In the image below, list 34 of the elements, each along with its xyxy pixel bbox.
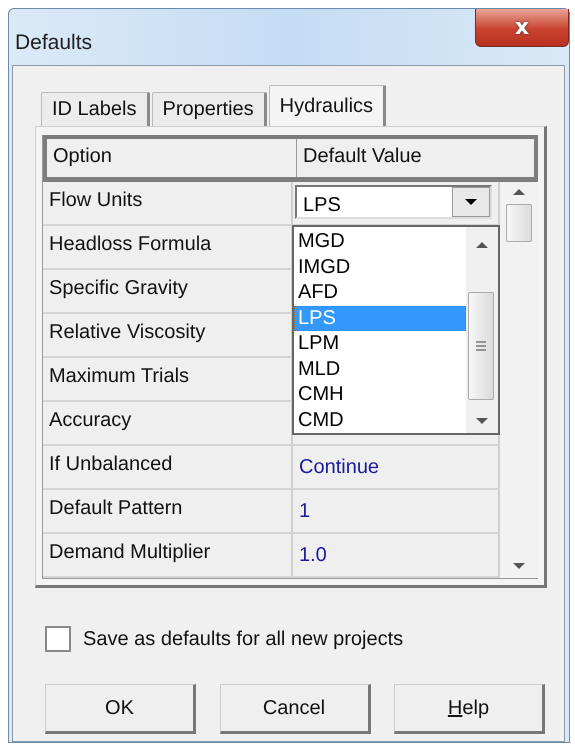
tab[interactable]: ID Labels	[41, 92, 150, 126]
dialog-button[interactable]: OK	[45, 684, 196, 734]
scroll-down-icon[interactable]	[512, 562, 526, 570]
option-cell: Default Pattern	[43, 490, 293, 532]
tab[interactable]: Properties	[152, 92, 267, 126]
list-item[interactable]: MGD	[294, 229, 466, 254]
window-title: Defaults	[15, 31, 92, 55]
column-header: Default Value	[302, 144, 423, 169]
list-item[interactable]: IMGD	[294, 254, 466, 280]
dropdown-button[interactable]	[452, 187, 490, 217]
list-item[interactable]: CMH	[294, 382, 466, 408]
option-cell: Flow Units	[43, 182, 293, 224]
dialog-button[interactable]: Help	[394, 684, 545, 734]
checkbox[interactable]	[45, 626, 71, 652]
dialog-button[interactable]: Cancel	[220, 684, 370, 734]
list-item[interactable]: LPM	[294, 331, 466, 356]
list-scrollbar[interactable]	[466, 227, 498, 433]
scroll-down-icon[interactable]	[475, 417, 489, 425]
list-item[interactable]: MLD	[294, 356, 466, 382]
list-item[interactable]: CMD	[294, 408, 466, 433]
scroll-thumb[interactable]	[468, 292, 494, 400]
scroll-up-icon[interactable]	[475, 241, 489, 249]
scroll-up-icon[interactable]	[512, 188, 526, 196]
scroll-thumb[interactable]	[506, 204, 532, 242]
column-header: Option	[47, 139, 297, 177]
grip-icon	[475, 341, 487, 351]
list-item[interactable]: AFD	[294, 280, 466, 306]
option-cell: If Unbalanced	[43, 446, 293, 488]
close-button[interactable]: x	[475, 9, 569, 47]
tab[interactable]: Hydraulics	[268, 85, 386, 126]
combo-box[interactable]: LPS	[295, 185, 492, 219]
option-cell: Demand Multiplier	[43, 534, 293, 576]
dropdown-arrow-icon[interactable]	[464, 198, 478, 206]
checkbox-label: Save as defaults for all new projects	[83, 628, 404, 650]
